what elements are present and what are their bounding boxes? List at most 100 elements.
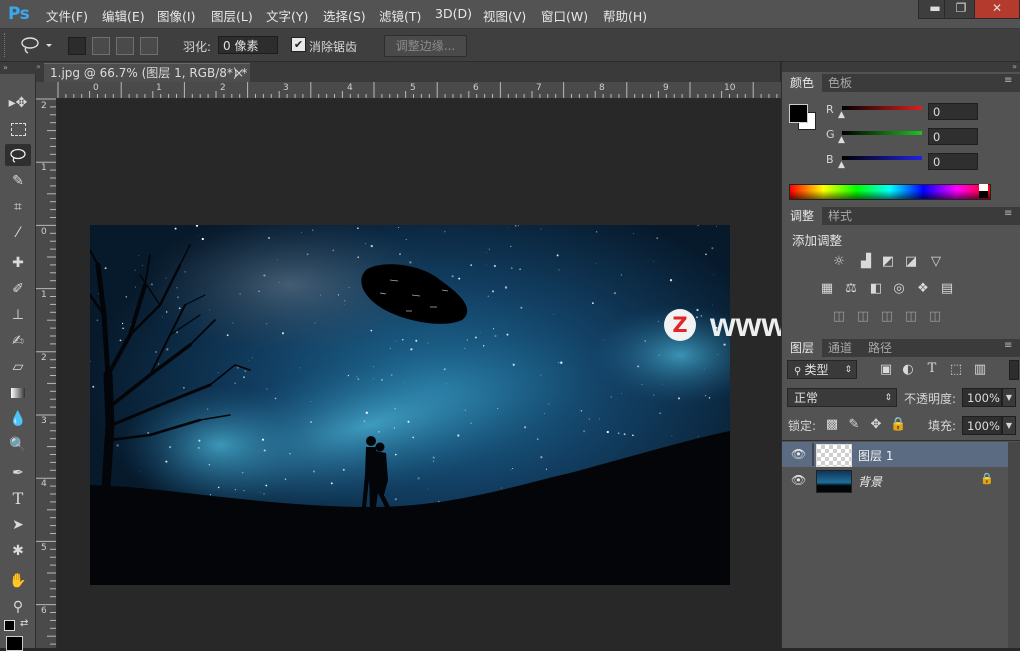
color-spectrum-ramp[interactable]	[789, 184, 991, 200]
close-tab-icon[interactable]: ×	[234, 64, 244, 83]
foreground-color-swatch[interactable]	[6, 636, 23, 651]
antialias-checkbox[interactable]: ✔	[291, 37, 306, 52]
healing-brush-tool-icon[interactable]: ✚	[5, 252, 31, 274]
lock-all-icon[interactable]: 🔒	[890, 418, 906, 432]
invert-icon[interactable]: ◫	[831, 310, 847, 324]
crop-tool-icon[interactable]: ⌗	[5, 196, 31, 218]
curves-icon[interactable]: ◩	[880, 255, 896, 269]
menu-view[interactable]: 视图(V)	[483, 6, 526, 25]
collapse-toolbar-icon[interactable]: »	[0, 62, 38, 74]
photo-filter-icon[interactable]: ◎	[891, 282, 907, 296]
layer-row-layer1[interactable]: 👁 图层 1	[782, 442, 1008, 467]
new-selection-button[interactable]	[68, 37, 86, 55]
tab-color[interactable]: 颜色	[782, 74, 823, 92]
red-value-input[interactable]: 0	[928, 103, 978, 120]
menu-help[interactable]: 帮助(H)	[603, 6, 647, 25]
blur-tool-icon[interactable]: 💧	[5, 408, 31, 430]
green-slider[interactable]	[842, 131, 922, 135]
levels-icon[interactable]: ▟	[858, 255, 874, 269]
menu-image[interactable]: 图像(I)	[157, 6, 195, 25]
path-selection-tool-icon[interactable]: ➤	[5, 514, 31, 536]
fill-dropdown-icon[interactable]: ▼	[1002, 416, 1016, 435]
tab-adjustments[interactable]: 调整	[782, 207, 823, 225]
eraser-tool-icon[interactable]: ▱	[5, 356, 31, 378]
exposure-icon[interactable]: ◪	[903, 255, 919, 269]
panel-menu-icon[interactable]: ≡	[1004, 208, 1012, 219]
tab-swatches[interactable]: 色板	[820, 74, 860, 92]
panel-menu-icon[interactable]: ≡	[1004, 340, 1012, 351]
quick-selection-tool-icon[interactable]: ✎	[5, 170, 31, 192]
tool-preset-picker[interactable]	[18, 34, 56, 56]
eyedropper-tool-icon[interactable]: ⁄	[5, 222, 31, 244]
background-layer-name[interactable]: 背景	[858, 473, 882, 490]
dodge-tool-icon[interactable]: 🔍	[5, 434, 31, 456]
gradient-map-icon[interactable]: ◫	[903, 310, 919, 324]
lock-transparent-icon[interactable]: ▩	[824, 418, 840, 432]
spectrum-white-swatch[interactable]	[979, 184, 988, 191]
filter-adjustment-icon[interactable]: ◐	[900, 363, 916, 377]
layer-filter-dropdown[interactable]: ⚲ 类型 ⇕	[787, 360, 857, 379]
opacity-dropdown-icon[interactable]: ▼	[1002, 388, 1016, 407]
document-tab[interactable]: 1.jpg @ 66.7% (图层 1, RGB/8*) * ×	[44, 63, 250, 82]
lasso-tool-icon[interactable]	[5, 144, 31, 166]
pen-tool-icon[interactable]: ✒	[5, 462, 31, 484]
vertical-ruler[interactable]: 2 1 0 1 2 3 4 5 6	[36, 98, 57, 648]
selective-color-icon[interactable]: ◫	[927, 310, 943, 324]
layer1-name[interactable]: 图层 1	[858, 447, 893, 464]
color-balance-icon[interactable]: ⚖	[843, 282, 859, 296]
custom-shape-tool-icon[interactable]: ✱	[5, 540, 31, 562]
menu-edit[interactable]: 编辑(E)	[102, 6, 145, 25]
feather-input[interactable]: 0 像素	[218, 36, 278, 54]
swap-colors-icon[interactable]: ⇄	[20, 618, 28, 629]
add-to-selection-button[interactable]	[92, 37, 110, 55]
opacity-input[interactable]: 100%	[962, 388, 1002, 407]
default-colors-icon[interactable]	[4, 620, 15, 631]
intersect-selection-button[interactable]	[140, 37, 158, 55]
spectrum-black-swatch[interactable]	[979, 191, 988, 198]
channel-mixer-icon[interactable]: ❖	[915, 282, 931, 296]
foreground-color-chip[interactable]	[789, 104, 808, 123]
hue-saturation-icon[interactable]: ▦	[819, 282, 835, 296]
brightness-contrast-icon[interactable]: ☼	[831, 255, 847, 269]
type-tool-icon[interactable]: T	[5, 488, 31, 510]
red-slider-thumb[interactable]: ▲	[838, 110, 845, 120]
layers-scrollbar[interactable]	[1008, 442, 1020, 648]
blend-mode-dropdown[interactable]: 正常 ⇕	[787, 388, 897, 407]
vibrance-icon[interactable]: ▽	[928, 255, 944, 269]
marquee-tool-icon[interactable]	[5, 118, 31, 140]
refine-edge-button[interactable]: 调整边缘...	[384, 35, 467, 57]
subtract-selection-button[interactable]	[116, 37, 134, 55]
tab-paths[interactable]: 路径	[860, 339, 900, 357]
tab-layers[interactable]: 图层	[782, 339, 823, 357]
menu-3d[interactable]: 3D(D)	[435, 6, 472, 21]
threshold-icon[interactable]: ◫	[879, 310, 895, 324]
filter-smart-object-icon[interactable]: ▥	[972, 363, 988, 377]
history-brush-tool-icon[interactable]: ✍	[5, 330, 31, 352]
filter-type-icon[interactable]: T	[924, 362, 940, 376]
blue-slider-thumb[interactable]: ▲	[838, 160, 845, 170]
horizontal-ruler[interactable]: 0 1 2 3 4 5 6 7 8 9 10	[36, 82, 781, 99]
layer-row-background[interactable]: 👁 背景 🔒	[782, 468, 1008, 493]
tab-styles[interactable]: 样式	[820, 207, 860, 225]
menu-filter[interactable]: 滤镜(T)	[379, 6, 421, 25]
hand-tool-icon[interactable]: ✋	[5, 570, 31, 592]
menu-select[interactable]: 选择(S)	[323, 6, 366, 25]
blue-value-input[interactable]: 0	[928, 153, 978, 170]
filter-toggle-switch[interactable]	[1009, 360, 1019, 380]
lock-position-icon[interactable]: ✥	[868, 418, 884, 432]
menu-file[interactable]: 文件(F)	[46, 6, 88, 25]
brush-tool-icon[interactable]: ✐	[5, 278, 31, 300]
restore-button[interactable]: ❐	[944, 0, 978, 19]
black-white-icon[interactable]: ◧	[868, 282, 884, 296]
green-value-input[interactable]: 0	[928, 128, 978, 145]
visibility-eye-icon[interactable]: 👁	[791, 473, 806, 487]
document-image[interactable]	[90, 225, 730, 585]
panel-menu-icon[interactable]: ≡	[1004, 75, 1012, 86]
dock-collapse-icon[interactable]: »	[782, 62, 1020, 72]
tab-channels[interactable]: 通道	[820, 339, 860, 357]
filter-shape-icon[interactable]: ⬚	[948, 363, 964, 377]
green-slider-thumb[interactable]: ▲	[838, 135, 845, 145]
filter-pixel-icon[interactable]: ▣	[878, 363, 894, 377]
red-slider[interactable]	[842, 106, 922, 110]
visibility-eye-icon[interactable]: 👁	[791, 447, 806, 461]
